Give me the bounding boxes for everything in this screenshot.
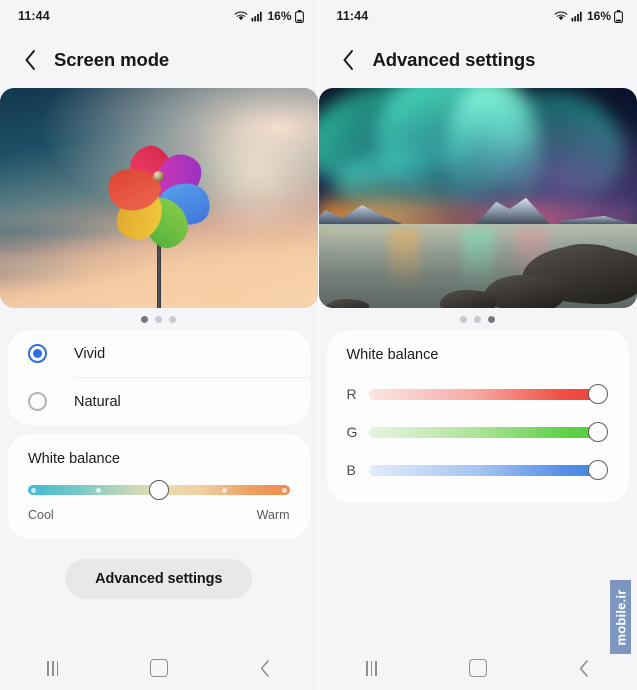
preview-page-indicator — [0, 308, 318, 330]
radio-vivid[interactable] — [28, 344, 47, 363]
mode-label-vivid: Vivid — [74, 345, 106, 362]
red-track — [368, 389, 607, 400]
channel-label-b: B — [346, 462, 356, 478]
cool-label: Cool — [28, 508, 54, 522]
cloud-band — [0, 259, 153, 269]
battery-percent: 16% — [586, 9, 611, 23]
page-dot[interactable] — [460, 315, 468, 323]
title-bar: Screen mode — [0, 32, 318, 88]
pinwheel-hub — [153, 170, 165, 182]
warm-label: Warm — [256, 508, 290, 522]
navigation-bar — [0, 646, 318, 690]
green-slider[interactable] — [368, 422, 608, 442]
page-dot[interactable] — [474, 315, 482, 323]
screen-mode-options-card: Vivid Natural — [8, 330, 310, 425]
home-icon — [468, 659, 487, 677]
rgb-row-red: R — [327, 375, 630, 413]
rock — [439, 290, 497, 308]
battery-percent: 16% — [267, 9, 292, 23]
slider-tick — [281, 488, 287, 493]
back-nav-button[interactable] — [241, 651, 289, 685]
site-watermark: mobile.ir — [610, 580, 631, 654]
page-dot[interactable] — [488, 315, 496, 323]
home-icon — [149, 659, 168, 677]
back-chevron-icon — [25, 50, 35, 70]
page-dot[interactable] — [141, 315, 149, 323]
mode-label-natural: Natural — [74, 393, 121, 410]
blue-slider[interactable] — [368, 460, 608, 480]
page-dot[interactable] — [169, 315, 177, 323]
rgb-row-blue: B — [327, 451, 630, 489]
white-balance-card: White balance Cool Warm — [8, 434, 310, 539]
advanced-settings-preview-image[interactable] — [318, 88, 637, 308]
channel-label-g: G — [346, 424, 358, 440]
home-button[interactable] — [454, 651, 502, 685]
signal-bars-icon — [251, 11, 263, 22]
blue-thumb[interactable] — [588, 460, 608, 480]
home-button[interactable] — [135, 651, 183, 685]
advanced-settings-phone: 11:44 16% Advanced settings White balanc… — [317, 0, 637, 690]
wifi-icon — [554, 11, 568, 21]
rgb-row-green: G — [327, 413, 630, 451]
rgb-white-balance-card: White balance R G B — [326, 330, 630, 503]
back-icon — [579, 659, 588, 677]
page-dot[interactable] — [155, 315, 163, 323]
card-bottom-padding — [327, 489, 630, 503]
status-time: 11:44 — [336, 9, 369, 23]
slider-tick — [30, 488, 36, 493]
status-time: 11:44 — [18, 9, 50, 23]
water-reflection — [461, 228, 494, 291]
recents-icon — [366, 660, 378, 676]
navigation-bar — [318, 646, 637, 690]
slider-tick — [221, 488, 227, 493]
page-title: Screen mode — [54, 49, 170, 70]
rock — [324, 299, 370, 308]
screen-mode-phone: 11:44 16% Screen mode Vivid Natural Whit… — [0, 0, 318, 690]
battery-icon — [614, 9, 623, 23]
white-balance-range-labels: Cool Warm — [28, 508, 290, 539]
white-balance-title: White balance — [28, 451, 120, 467]
status-indicators: 16% — [554, 9, 623, 23]
red-slider[interactable] — [368, 384, 608, 404]
status-bar: 11:44 16% — [0, 0, 318, 32]
left-spacer — [0, 599, 318, 646]
blue-track — [368, 465, 607, 476]
title-bar: Advanced settings — [318, 32, 637, 88]
mode-option-vivid[interactable]: Vivid — [8, 330, 310, 377]
red-thumb[interactable] — [588, 384, 608, 404]
mode-option-natural[interactable]: Natural — [8, 378, 310, 425]
advanced-settings-wrap: Advanced settings — [0, 559, 318, 599]
status-bar: 11:44 16% — [318, 0, 637, 32]
back-chevron-icon — [343, 50, 353, 70]
back-nav-button[interactable] — [560, 651, 608, 685]
signal-bars-icon — [571, 11, 582, 22]
back-button[interactable] — [336, 47, 362, 73]
dual-screenshot-container: 11:44 16% Screen mode Vivid Natural Whit… — [0, 0, 637, 690]
recents-button[interactable] — [348, 651, 396, 685]
preview-page-indicator — [318, 308, 637, 330]
green-track — [368, 427, 607, 438]
battery-icon — [294, 9, 304, 23]
watermark-text: mobile.ir — [613, 589, 629, 645]
wifi-icon — [235, 11, 248, 21]
white-balance-thumb[interactable] — [148, 480, 169, 500]
back-icon — [260, 659, 269, 677]
recents-icon — [47, 660, 59, 676]
status-indicators: 16% — [234, 9, 304, 23]
white-balance-title: White balance — [346, 347, 439, 363]
white-balance-slider[interactable] — [28, 480, 290, 500]
right-spacer — [319, 503, 637, 646]
water-reflection — [388, 228, 421, 291]
screen-mode-preview-image[interactable] — [0, 88, 318, 308]
advanced-settings-button[interactable]: Advanced settings — [65, 559, 253, 599]
channel-label-r: R — [346, 386, 357, 402]
recents-button[interactable] — [29, 651, 77, 685]
back-button[interactable] — [17, 47, 43, 73]
radio-natural[interactable] — [28, 392, 47, 411]
green-thumb[interactable] — [588, 422, 608, 442]
page-title: Advanced settings — [372, 49, 536, 70]
